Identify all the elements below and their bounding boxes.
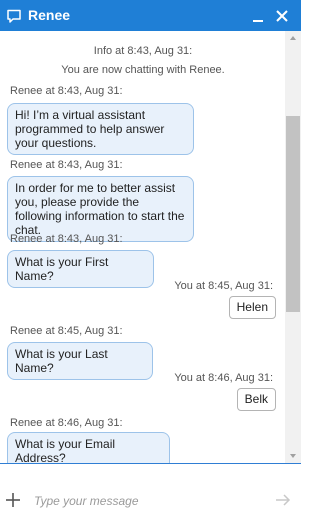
scroll-up-arrow-icon[interactable]	[285, 31, 301, 45]
message-meta: Renee at 8:43, Aug 31:	[10, 159, 123, 171]
close-icon[interactable]	[274, 8, 290, 24]
chat-title: Renee	[28, 7, 71, 23]
message-list[interactable]: Info at 8:43, Aug 31: You are now chatti…	[0, 31, 301, 463]
message-meta: Renee at 8:45, Aug 31:	[10, 325, 123, 337]
message-meta: Renee at 8:46, Aug 31:	[10, 417, 123, 429]
agent-message-bubble: What is your First Name?	[7, 250, 154, 288]
chat-header: Renee	[0, 0, 301, 31]
message-composer	[0, 464, 301, 519]
agent-message-bubble: What is your Last Name?	[7, 342, 153, 380]
message-meta: You at 8:45, Aug 31:	[174, 280, 273, 292]
agent-message-bubble: What is your Email Address?	[7, 432, 170, 463]
user-message-bubble: Helen	[228, 296, 276, 319]
scrollbar-thumb[interactable]	[286, 116, 300, 312]
message-input[interactable]	[34, 491, 264, 511]
message-meta: Renee at 8:43, Aug 31:	[10, 85, 123, 97]
send-arrow-icon[interactable]	[275, 493, 291, 507]
minimize-icon[interactable]	[250, 8, 266, 24]
agent-message-bubble: Hi! I’m a virtual assistant programmed t…	[7, 103, 194, 155]
scrollbar[interactable]	[285, 31, 301, 463]
plus-icon[interactable]	[5, 492, 21, 508]
info-meta: Info at 8:43, Aug 31:	[93, 45, 193, 57]
scroll-down-arrow-icon[interactable]	[285, 449, 301, 463]
info-text: You are now chatting with Renee.	[61, 64, 225, 76]
message-meta: Renee at 8:43, Aug 31:	[10, 233, 123, 245]
chat-bubble-icon	[7, 9, 21, 23]
user-message-bubble: Belk	[236, 388, 276, 411]
chat-window: Renee Info at 8:43, Aug 31: You are now …	[0, 0, 301, 519]
message-meta: You at 8:46, Aug 31:	[174, 372, 273, 384]
